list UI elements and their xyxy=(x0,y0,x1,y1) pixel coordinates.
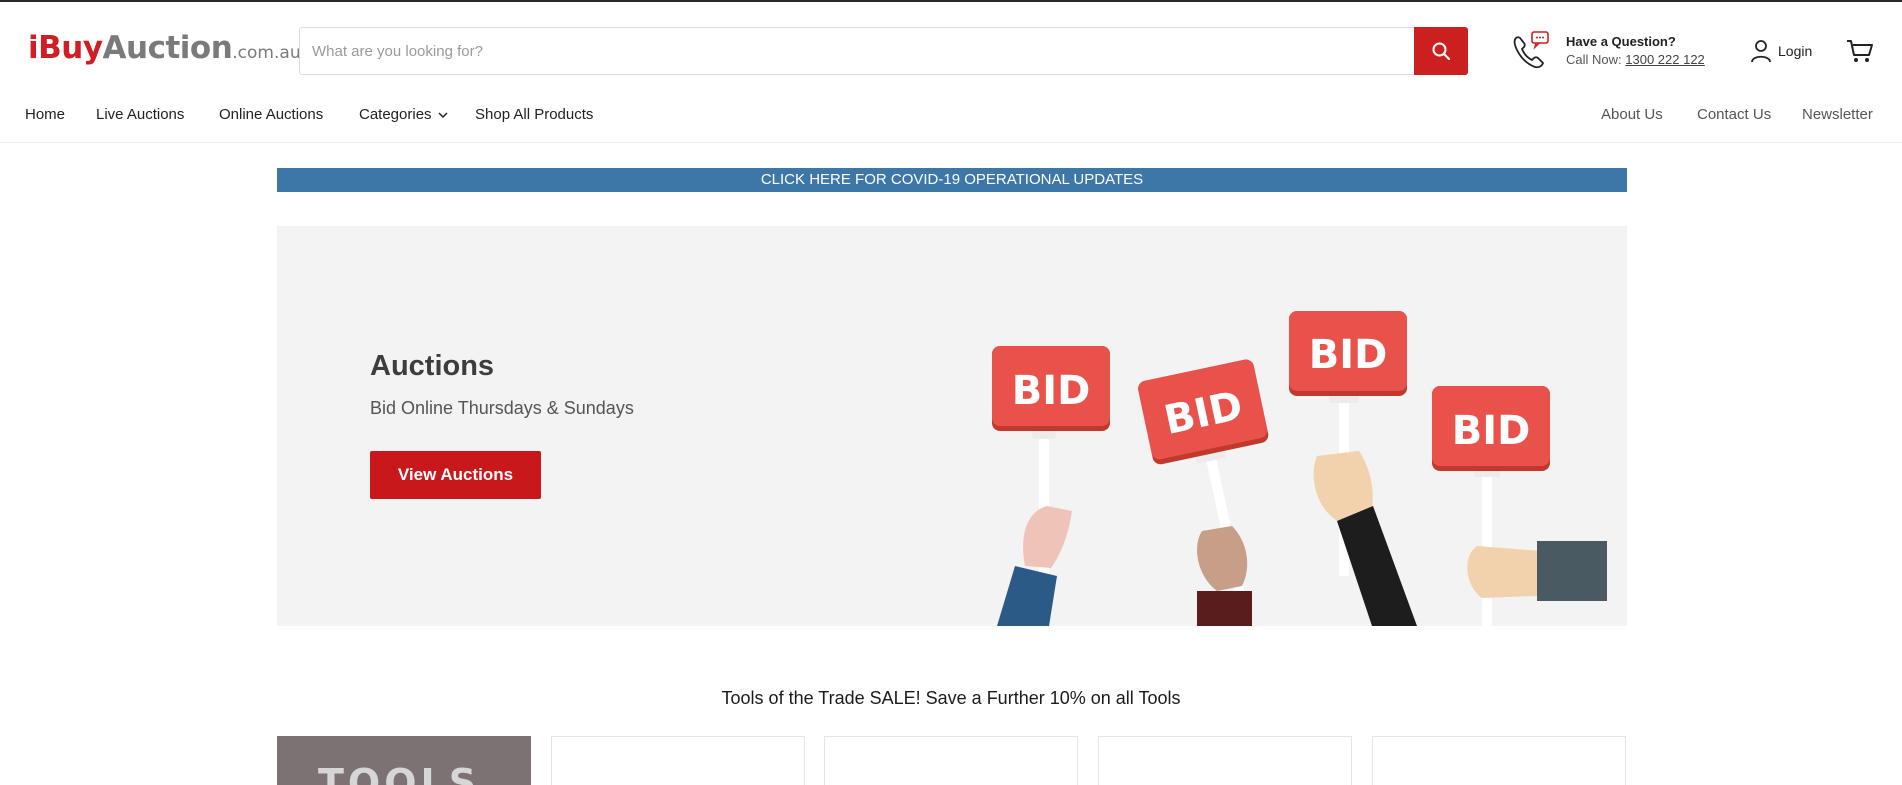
hand xyxy=(1197,526,1248,591)
promo-title: Tools of the Trade SALE! Save a Further … xyxy=(721,688,1181,708)
bid-sign-text: BID xyxy=(1309,332,1388,378)
help-call: Call Now: 1300 222 122 xyxy=(1566,52,1705,67)
nav-shop-all-products[interactable]: Shop All Products xyxy=(475,106,593,123)
chevron-down-icon xyxy=(438,112,448,119)
login-link[interactable]: Login xyxy=(1750,38,1812,64)
bid-sign-text: BID xyxy=(1452,408,1531,454)
promo-tile-tools[interactable]: TOOLS xyxy=(277,736,531,785)
nav-live-auctions[interactable]: Live Auctions xyxy=(96,106,184,123)
main-nav: Home Live Auctions Online Auctions Categ… xyxy=(0,106,1902,130)
view-auctions-button[interactable]: View Auctions xyxy=(370,451,541,499)
search-input[interactable] xyxy=(300,28,1412,74)
site-logo[interactable]: iBuyAuction.com.au xyxy=(28,30,301,70)
cart-button[interactable] xyxy=(1846,38,1874,69)
search-bar xyxy=(299,27,1468,75)
site-header: iBuyAuction.com.au Have a Question? Call… xyxy=(0,2,1902,143)
bid-paddles-illustration: BID BID BID BID xyxy=(992,311,1607,626)
bid-paddle: BID xyxy=(992,346,1110,626)
product-tiles: TOOLS xyxy=(277,736,1627,785)
bid-paddle: BID xyxy=(1432,386,1607,626)
phone-chat-icon xyxy=(1513,31,1549,69)
cart-icon xyxy=(1847,40,1873,62)
bid-sign-text: BID xyxy=(1012,368,1091,414)
nav-about-us[interactable]: About Us xyxy=(1601,106,1663,123)
phone-number-link[interactable]: 1300 222 122 xyxy=(1625,52,1705,67)
nav-categories[interactable]: Categories xyxy=(359,106,448,123)
product-tile[interactable] xyxy=(824,736,1078,785)
covid-banner-link[interactable]: CLICK HERE FOR COVID-19 OPERATIONAL UPDA… xyxy=(277,168,1627,192)
help-question: Have a Question? xyxy=(1566,34,1676,49)
search-icon xyxy=(1432,42,1451,61)
nav-home[interactable]: Home xyxy=(25,106,65,123)
nav-online-auctions[interactable]: Online Auctions xyxy=(219,106,323,123)
hero-banner: Auctions Bid Online Thursdays & Sundays … xyxy=(277,226,1627,626)
search-button[interactable] xyxy=(1414,27,1468,75)
nav-newsletter[interactable]: Newsletter xyxy=(1802,106,1873,123)
product-tile[interactable] xyxy=(1372,736,1626,785)
hero-subtitle: Bid Online Thursdays & Sundays xyxy=(370,398,634,418)
hero-title: Auctions xyxy=(370,350,495,382)
product-tile[interactable] xyxy=(1098,736,1352,785)
nav-contact-us[interactable]: Contact Us xyxy=(1697,106,1771,123)
help-contact: Have a Question? Call Now: 1300 222 122 xyxy=(1510,28,1720,74)
product-tile[interactable] xyxy=(551,736,805,785)
bid-paddle: BID xyxy=(1289,311,1417,626)
user-icon xyxy=(1751,40,1771,63)
sleeve xyxy=(1197,591,1252,626)
